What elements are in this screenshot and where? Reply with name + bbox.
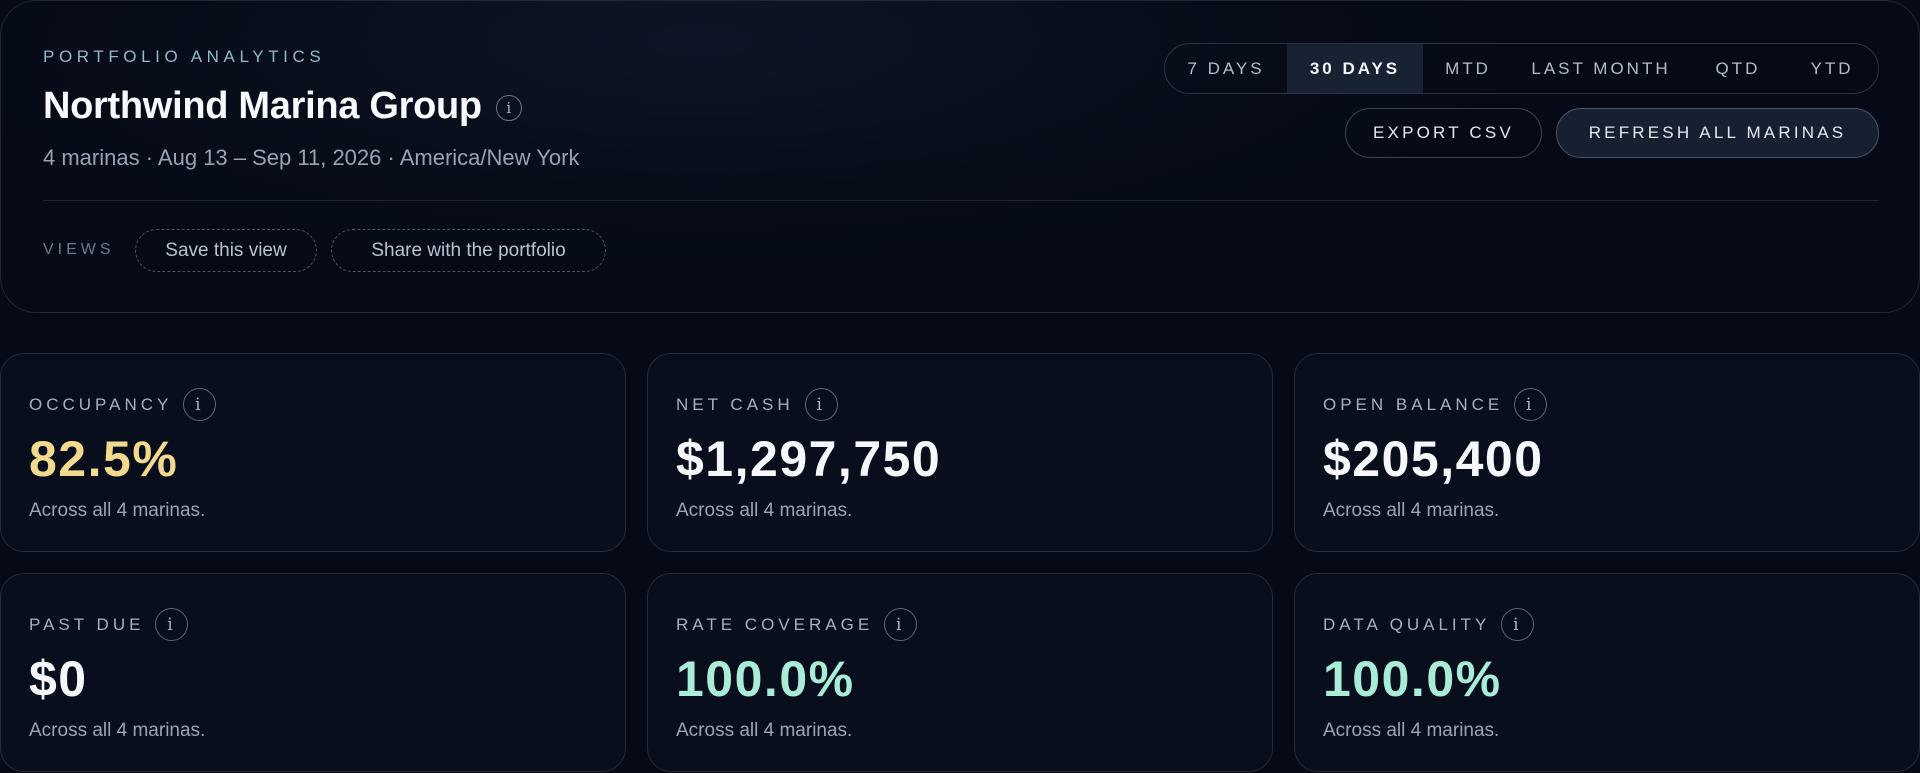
info-icon[interactable]: i — [884, 608, 918, 641]
save-view-button[interactable]: Save this view — [135, 229, 317, 272]
metric-note: Across all 4 marinas. — [1323, 720, 1500, 741]
metric-value: $205,400 — [1323, 431, 1544, 487]
metric-card-past-due: PAST DUE i $0 Across all 4 marinas. — [0, 573, 626, 772]
portfolio-header: PORTFOLIO ANALYTICS Northwind Marina Gro… — [0, 0, 1920, 313]
period-mtd[interactable]: MTD — [1423, 44, 1513, 93]
info-icon[interactable]: i — [155, 608, 189, 641]
title-info-icon[interactable]: i — [495, 94, 522, 121]
period-ytd[interactable]: YTD — [1787, 44, 1877, 93]
refresh-all-marinas-button[interactable]: REFRESH ALL MARINAS — [1556, 108, 1879, 158]
views-label: VIEWS — [43, 241, 115, 258]
metric-card-data-quality: DATA QUALITY i 100.0% Across all 4 marin… — [1294, 573, 1920, 772]
share-view-button[interactable]: Share with the portfolio — [331, 229, 606, 272]
page-subtitle: 4 marinas · Aug 13 – Sep 11, 2026 · Amer… — [43, 145, 580, 170]
metric-label: RATE COVERAGE — [676, 614, 874, 634]
period-30-days[interactable]: 30 DAYS — [1287, 44, 1423, 93]
info-icon[interactable]: i — [804, 388, 838, 421]
metric-note: Across all 4 marinas. — [676, 720, 853, 741]
metric-label: DATA QUALITY — [1323, 614, 1491, 634]
metric-label: PAST DUE — [29, 614, 145, 634]
metric-note: Across all 4 marinas. — [29, 720, 206, 741]
metric-value: 100.0% — [1323, 651, 1502, 707]
metric-card-rate-coverage: RATE COVERAGE i 100.0% Across all 4 mari… — [647, 573, 1273, 772]
metric-label-row: OCCUPANCY i — [29, 388, 217, 421]
metric-value: 82.5% — [29, 431, 179, 487]
metric-card-net-cash: NET CASH i $1,297,750 Across all 4 marin… — [647, 353, 1273, 552]
period-7-days[interactable]: 7 DAYS — [1165, 44, 1287, 93]
info-icon[interactable]: i — [1501, 608, 1535, 641]
info-icon[interactable]: i — [183, 388, 217, 421]
header-divider — [43, 200, 1879, 201]
metric-label-row: PAST DUE i — [29, 608, 189, 641]
metric-label-row: RATE COVERAGE i — [676, 608, 918, 641]
section-eyebrow: PORTFOLIO ANALYTICS — [43, 47, 326, 66]
metric-value: 100.0% — [676, 651, 855, 707]
metric-value: $1,297,750 — [676, 431, 942, 487]
metric-label-row: NET CASH i — [676, 388, 838, 421]
metric-card-open-balance: OPEN BALANCE i $205,400 Across all 4 mar… — [1294, 353, 1920, 552]
metric-note: Across all 4 marinas. — [29, 500, 206, 521]
metric-label: OPEN BALANCE — [1323, 394, 1504, 414]
metric-label-row: DATA QUALITY i — [1323, 608, 1535, 641]
metric-label: OCCUPANCY — [29, 394, 173, 414]
export-csv-button[interactable]: EXPORT CSV — [1345, 108, 1542, 158]
metric-label-row: OPEN BALANCE i — [1323, 388, 1548, 421]
period-qtd[interactable]: QTD — [1689, 44, 1787, 93]
metric-card-occupancy: OCCUPANCY i 82.5% Across all 4 marinas. — [0, 353, 626, 552]
metric-label: NET CASH — [676, 394, 794, 414]
title-row: Northwind Marina Group i — [43, 85, 522, 128]
metric-note: Across all 4 marinas. — [1323, 500, 1500, 521]
info-icon[interactable]: i — [1514, 388, 1548, 421]
metric-note: Across all 4 marinas. — [676, 500, 853, 521]
metric-value: $0 — [29, 651, 88, 707]
period-selector: 7 DAYS 30 DAYS MTD LAST MONTH QTD YTD — [1164, 43, 1879, 94]
page-title: Northwind Marina Group — [43, 85, 482, 127]
period-last-month[interactable]: LAST MONTH — [1513, 44, 1689, 93]
